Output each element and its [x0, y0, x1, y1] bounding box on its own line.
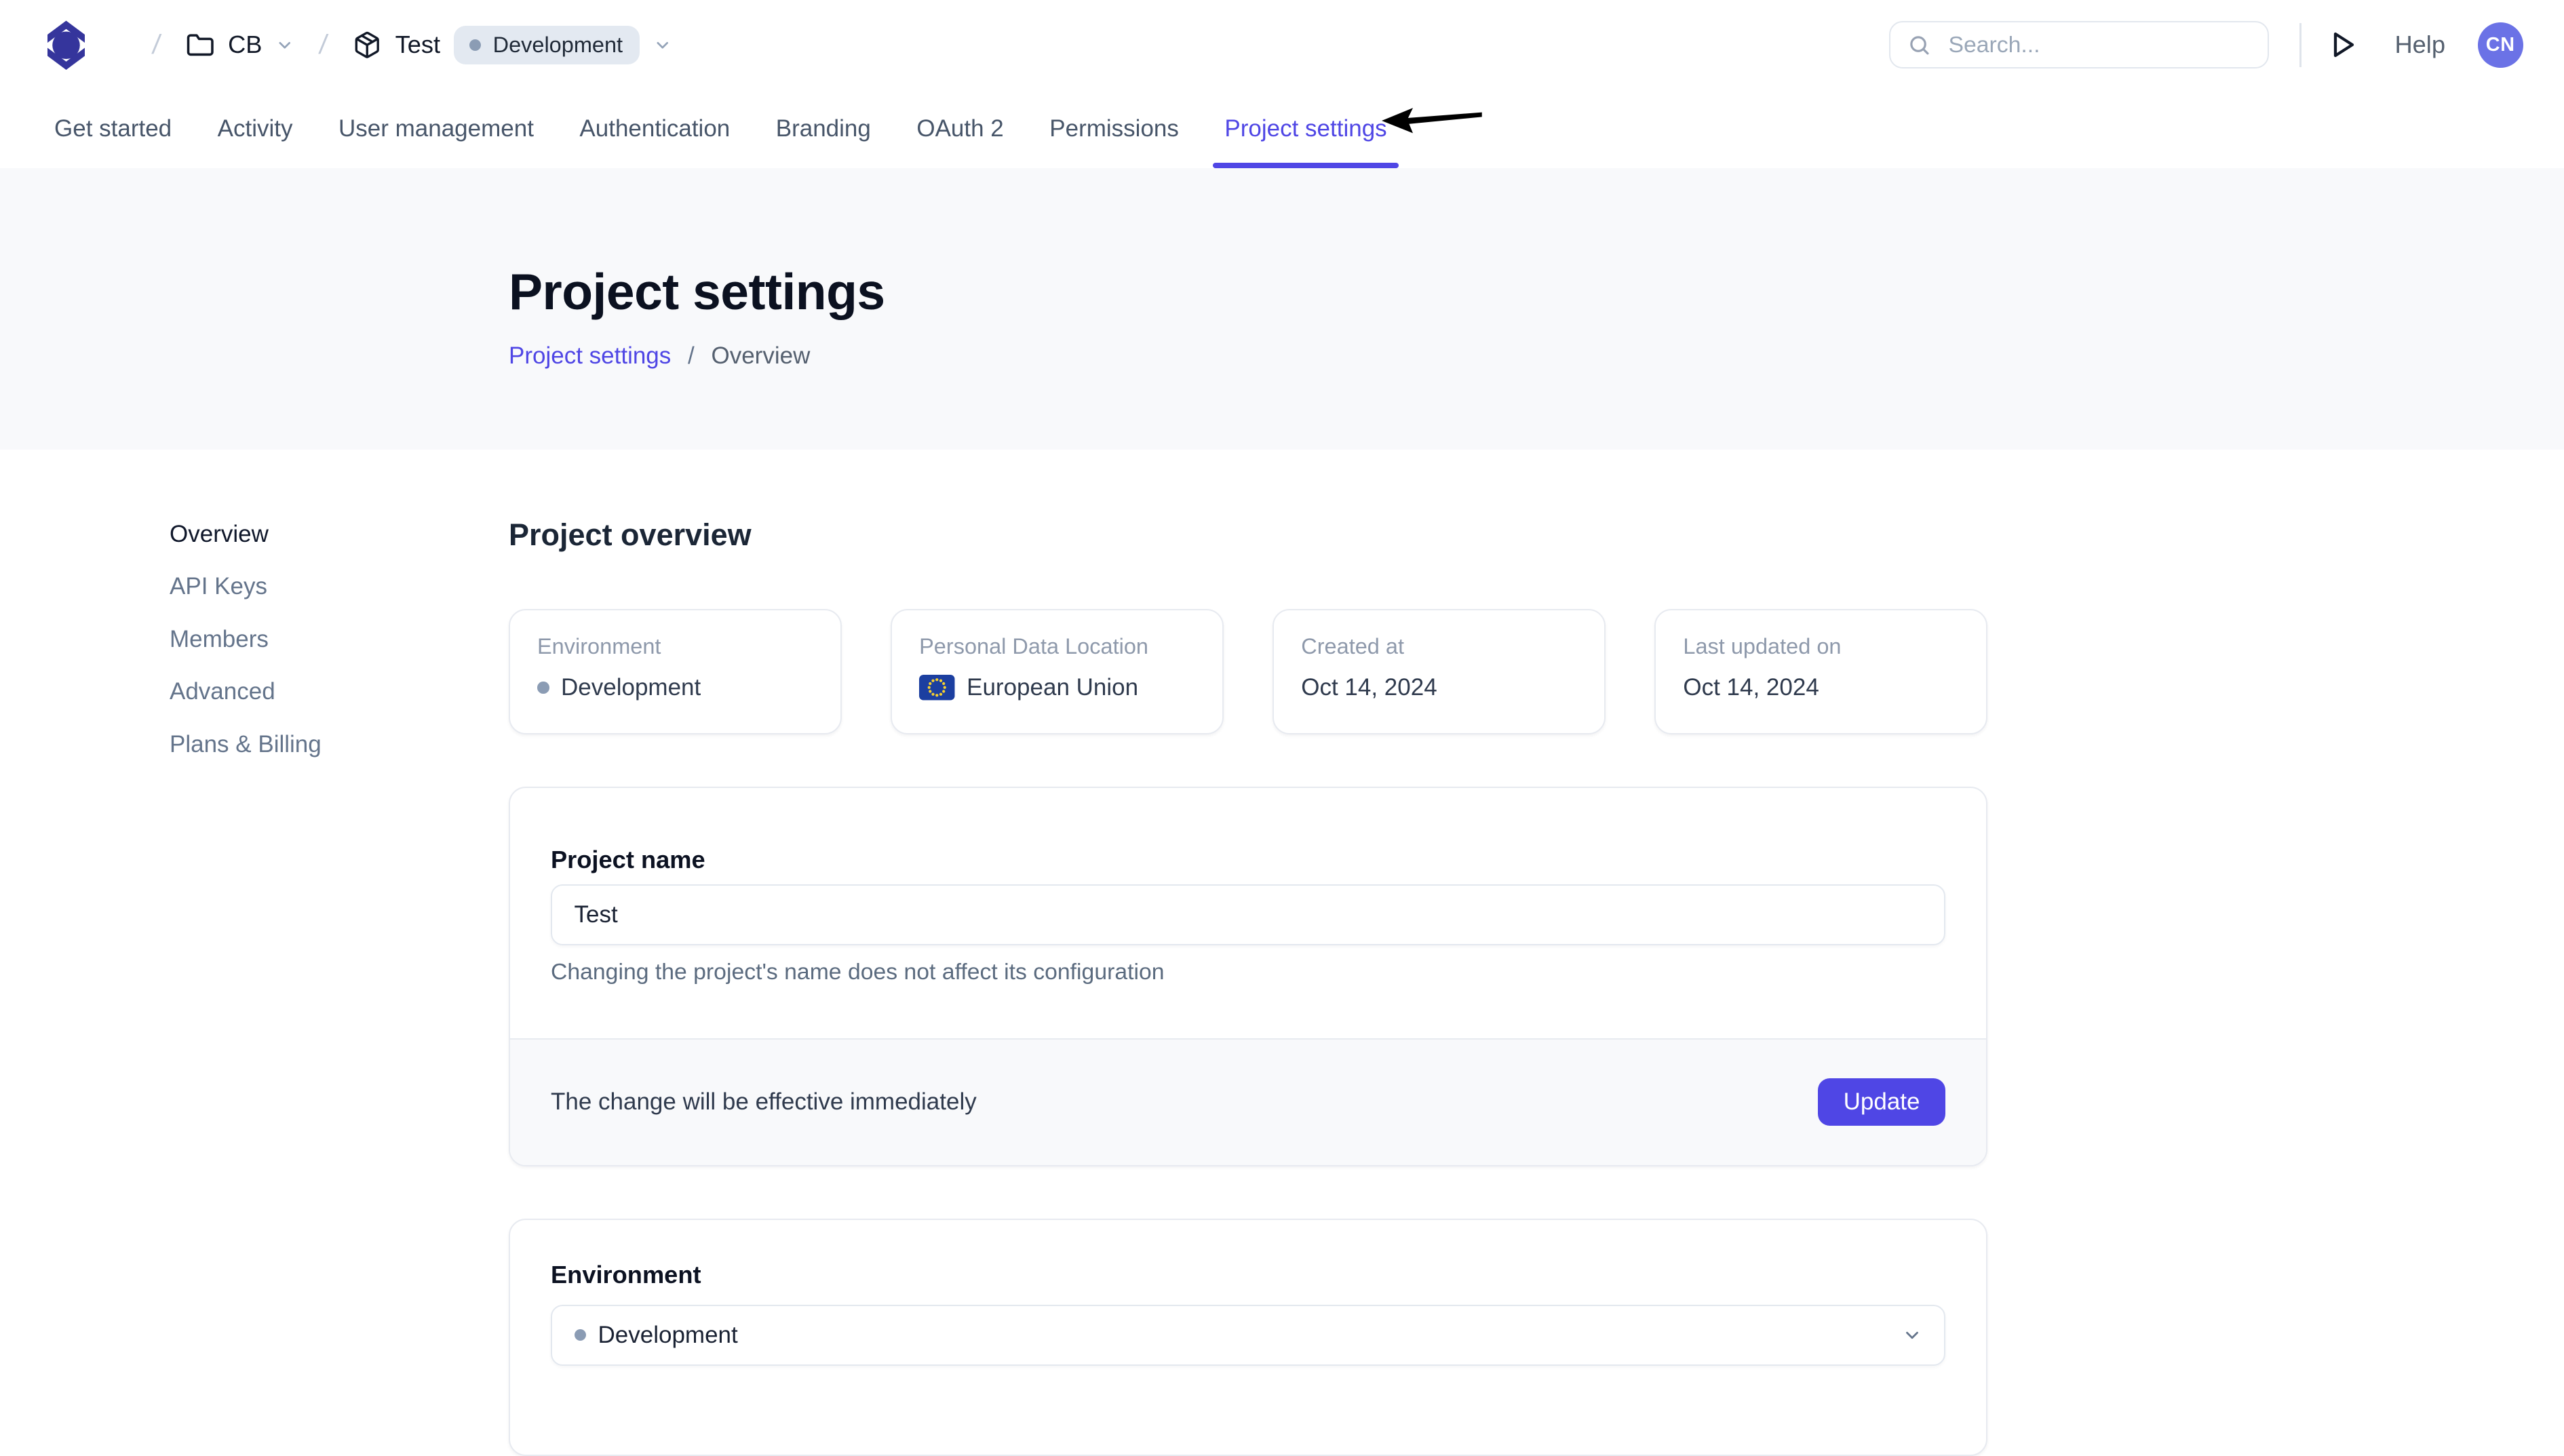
- card-personal-data-location: Personal Data Location: [891, 609, 1224, 734]
- run-button[interactable]: [2332, 30, 2359, 60]
- header-actions: Help CN: [1889, 21, 2523, 68]
- chevron-down-icon: [1902, 1325, 1922, 1345]
- environment-panel: Environment Development: [509, 1219, 1987, 1456]
- page-title: Project settings: [509, 263, 2564, 321]
- environment-select[interactable]: Development: [551, 1305, 1945, 1366]
- tab-project-settings-label: Project settings: [1224, 115, 1386, 142]
- breadcrumb: Project settings / Overview: [509, 342, 2564, 370]
- breadcrumb-link-project-settings[interactable]: Project settings: [509, 342, 671, 369]
- card-value: Oct 14, 2024: [1301, 674, 1577, 701]
- content-area: Overview API Keys Members Advanced Plans…: [0, 450, 2564, 1456]
- status-dot-icon: [575, 1329, 587, 1341]
- environment-badge-label: Development: [493, 33, 623, 58]
- environment-label: Environment: [551, 1261, 1945, 1289]
- project-name-panel-body: Project name Changing the project's name…: [510, 788, 1986, 1038]
- project-name: Test: [395, 31, 440, 59]
- environment-badge: Development: [454, 26, 640, 64]
- sidebar-item-overview[interactable]: Overview: [170, 517, 509, 551]
- status-dot-icon: [537, 682, 549, 694]
- breadcrumb-separator: /: [317, 30, 329, 60]
- card-value-text: Oct 14, 2024: [1683, 674, 1819, 701]
- sidebar-item-advanced[interactable]: Advanced: [170, 675, 509, 709]
- breadcrumb-separator: /: [688, 342, 695, 369]
- card-value: European Union: [919, 674, 1195, 701]
- search-box[interactable]: [1889, 21, 2269, 68]
- environment-panel-body: Environment Development: [510, 1220, 1986, 1366]
- project-name-helper: Changing the project's name does not aff…: [551, 959, 1945, 985]
- search-input[interactable]: [1945, 30, 2251, 60]
- breadcrumb-current: Overview: [711, 342, 810, 369]
- project-name-input[interactable]: [551, 884, 1945, 945]
- avatar[interactable]: CN: [2478, 22, 2524, 68]
- card-label: Last updated on: [1683, 634, 1959, 659]
- breadcrumb-org[interactable]: CB: [186, 31, 294, 60]
- card-last-updated: Last updated on Oct 14, 2024: [1654, 609, 1987, 734]
- card-label: Personal Data Location: [919, 634, 1195, 659]
- corbado-logo-icon[interactable]: [47, 19, 85, 72]
- main-panel: Project overview Environment Development…: [509, 517, 1987, 1456]
- search-icon: [1907, 33, 1931, 57]
- sidebar-item-plans-billing[interactable]: Plans & Billing: [170, 728, 509, 762]
- card-environment: Environment Development: [509, 609, 842, 734]
- project-name-label: Project name: [551, 846, 1945, 874]
- environment-select-value: Development: [598, 1322, 738, 1349]
- card-value-text: Oct 14, 2024: [1301, 674, 1437, 701]
- info-cards-row: Environment Development Personal Data Lo…: [509, 609, 1987, 734]
- app-root: / CB / Test Development: [0, 0, 2564, 1456]
- card-value: Development: [537, 674, 813, 701]
- eu-flag-icon: [919, 675, 955, 701]
- tab-branding[interactable]: Branding: [776, 90, 871, 168]
- annotation-arrow-icon: [1382, 104, 1487, 138]
- main-tabs: Get started Activity User management Aut…: [0, 90, 2564, 168]
- card-value-text: Development: [561, 674, 701, 701]
- project-name-panel-footer: The change will be effective immediately…: [510, 1038, 1986, 1165]
- org-name: CB: [228, 31, 262, 59]
- footer-note: The change will be effective immediately: [551, 1088, 977, 1116]
- chevron-down-icon: [275, 36, 294, 55]
- status-dot-icon: [469, 39, 482, 52]
- folder-icon: [186, 31, 215, 60]
- card-value: Oct 14, 2024: [1683, 674, 1959, 701]
- sidebar-item-members[interactable]: Members: [170, 623, 509, 656]
- settings-sidebar: Overview API Keys Members Advanced Plans…: [170, 517, 509, 1456]
- tab-activity[interactable]: Activity: [218, 90, 293, 168]
- tab-project-settings[interactable]: Project settings: [1224, 90, 1386, 168]
- section-title: Project overview: [509, 517, 1987, 553]
- page-hero: Project settings Project settings / Over…: [0, 168, 2564, 450]
- breadcrumb-project[interactable]: Test Development: [353, 26, 672, 64]
- tab-authentication[interactable]: Authentication: [579, 90, 730, 168]
- card-value-text: European Union: [967, 674, 1138, 701]
- card-label: Created at: [1301, 634, 1577, 659]
- header-divider: [2299, 23, 2301, 67]
- package-icon: [353, 31, 382, 60]
- chevron-down-icon: [653, 36, 672, 55]
- top-header: / CB / Test Development: [0, 0, 2564, 90]
- tab-user-management[interactable]: User management: [338, 90, 534, 168]
- card-created-at: Created at Oct 14, 2024: [1273, 609, 1606, 734]
- tab-permissions[interactable]: Permissions: [1049, 90, 1179, 168]
- breadcrumb-separator: /: [151, 30, 162, 60]
- card-label: Environment: [537, 634, 813, 659]
- tab-get-started[interactable]: Get started: [54, 90, 172, 168]
- sidebar-item-api-keys[interactable]: API Keys: [170, 570, 509, 604]
- tab-oauth-2[interactable]: OAuth 2: [916, 90, 1003, 168]
- project-name-panel: Project name Changing the project's name…: [509, 787, 1987, 1166]
- update-button[interactable]: Update: [1818, 1078, 1945, 1126]
- help-link[interactable]: Help: [2394, 31, 2445, 59]
